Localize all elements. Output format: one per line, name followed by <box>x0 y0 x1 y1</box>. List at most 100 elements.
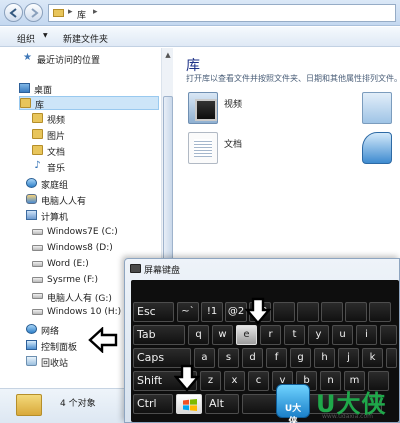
documents-folder-icon <box>32 145 43 155</box>
sidebar-item-label: 最近访问的位置 <box>37 56 101 66</box>
left-arrow-icon <box>88 327 118 353</box>
key-k[interactable]: k <box>362 348 383 368</box>
windows-logo-icon <box>183 399 197 411</box>
key-alt[interactable]: Alt <box>205 394 239 414</box>
library-icon <box>20 98 31 108</box>
key-f[interactable]: f <box>266 348 287 368</box>
key-j[interactable]: j <box>338 348 359 368</box>
drive-icon <box>32 309 43 315</box>
key-esc[interactable]: Esc <box>133 302 174 322</box>
watermark-url: www.udaxia.com <box>322 413 373 420</box>
key-tab[interactable]: Tab <box>133 325 185 345</box>
item-count: 4 个对象 <box>60 399 96 409</box>
key-d[interactable]: d <box>242 348 263 368</box>
library-item-documents[interactable]: 文档 <box>188 132 278 168</box>
sidebar-item-label: Windows 10 (H:) <box>47 307 122 317</box>
key-windows[interactable] <box>176 394 202 414</box>
library-icon <box>16 394 42 416</box>
network-icon <box>26 324 37 334</box>
key-1[interactable]: !1 <box>201 302 223 322</box>
sidebar-item-label: Windows8 (D:) <box>47 243 113 253</box>
key-c[interactable]: c <box>248 371 269 391</box>
sidebar-item-label: 计算机 <box>41 213 69 223</box>
sidebar-item-label: 库 <box>35 101 45 111</box>
drive-icon <box>32 261 43 267</box>
pictures-library-icon <box>362 92 392 124</box>
library-item-videos[interactable]: 视频 <box>188 92 278 128</box>
computer-icon <box>26 210 37 220</box>
key-l[interactable] <box>386 348 397 368</box>
user-folder-icon <box>26 194 37 204</box>
key-r[interactable]: r <box>260 325 281 345</box>
back-arrow-icon <box>9 8 17 18</box>
chevron-right-icon[interactable]: ▸ <box>68 7 73 17</box>
key-t[interactable]: t <box>284 325 305 345</box>
sidebar-item-library[interactable]: 库 <box>19 96 159 111</box>
address-bar[interactable]: ▸ 库 ▸ <box>48 4 396 22</box>
library-item-music[interactable]: 音乐 <box>362 132 400 168</box>
sidebar-item-label: 家庭组 <box>41 181 69 191</box>
key-ctrl[interactable]: Ctrl <box>133 394 173 414</box>
desktop-icon <box>19 83 30 93</box>
key-s[interactable]: s <box>218 348 239 368</box>
videos-library-icon <box>188 92 218 124</box>
sidebar-item-label: Word (E:) <box>47 259 89 269</box>
key-h[interactable]: h <box>314 348 335 368</box>
down-arrow-icon <box>174 364 200 392</box>
chevron-right-icon[interactable]: ▸ <box>93 7 98 17</box>
sidebar-item-label: 音乐 <box>47 164 66 174</box>
key-e[interactable]: e <box>236 325 257 345</box>
sidebar-item-label: 视频 <box>47 116 66 126</box>
page-description: 打开库以查看文件并按照文件夹、日期和其他属性排列文件。 <box>186 74 400 83</box>
drive-icon <box>32 245 43 251</box>
keyboard-icon <box>130 264 141 273</box>
key-2[interactable]: @2 <box>225 302 247 322</box>
back-button[interactable] <box>4 3 23 22</box>
music-library-icon <box>362 132 392 164</box>
key-6[interactable] <box>321 302 343 322</box>
page-title: 库 <box>186 58 200 74</box>
sidebar-item-label: 电脑人人有 (G:) <box>47 294 112 304</box>
control-panel-icon <box>26 340 37 350</box>
sidebar-item-label: 图片 <box>47 132 66 142</box>
library-item-pictures[interactable]: 图片 <box>362 92 400 128</box>
osk-title-bar[interactable]: 屏幕键盘 <box>125 259 399 279</box>
key-x[interactable]: x <box>224 371 245 391</box>
title-bar: ▸ 库 ▸ <box>0 0 400 26</box>
down-arrow-icon <box>245 297 271 325</box>
sidebar-item-label: 桌面 <box>34 86 53 96</box>
drive-icon <box>32 229 43 235</box>
watermark-badge-text: U大侠 <box>284 404 302 423</box>
homegroup-icon <box>26 178 37 188</box>
key-q[interactable]: q <box>188 325 209 345</box>
organize-button[interactable]: 组织 <box>17 32 35 45</box>
key-8[interactable] <box>369 302 391 322</box>
key-4[interactable] <box>273 302 295 322</box>
new-folder-button[interactable]: 新建文件夹 <box>63 32 108 45</box>
music-icon: ♪ <box>32 161 43 171</box>
sidebar-item-label: 回收站 <box>41 359 69 369</box>
breadcrumb-library[interactable]: 库 <box>77 8 86 21</box>
key-z[interactable]: z <box>200 371 221 391</box>
library-item-label: 文档 <box>224 140 243 150</box>
sidebar-item-label: Windows7E (C:) <box>47 227 118 237</box>
forward-button[interactable] <box>24 3 43 22</box>
sidebar-item-label: 电脑人人有 <box>41 197 87 207</box>
key-u[interactable]: u <box>332 325 353 345</box>
library-item-label: 视频 <box>224 100 243 110</box>
key-w[interactable]: w <box>212 325 233 345</box>
key-tilde[interactable]: ~` <box>177 302 199 322</box>
sidebar-item-label: Sysrme (F:) <box>47 275 98 285</box>
key-5[interactable] <box>297 302 319 322</box>
key-y[interactable]: y <box>308 325 329 345</box>
key-o[interactable] <box>380 325 397 345</box>
key-7[interactable] <box>345 302 367 322</box>
video-folder-icon <box>32 113 43 123</box>
key-g[interactable]: g <box>290 348 311 368</box>
scroll-up-icon[interactable]: ▲ <box>163 50 173 60</box>
scroll-thumb[interactable] <box>163 96 173 272</box>
chevron-down-icon[interactable]: ▼ <box>43 32 48 39</box>
watermark-logo: U大侠 <box>276 384 310 423</box>
documents-library-icon <box>188 132 218 164</box>
key-i[interactable]: i <box>356 325 377 345</box>
